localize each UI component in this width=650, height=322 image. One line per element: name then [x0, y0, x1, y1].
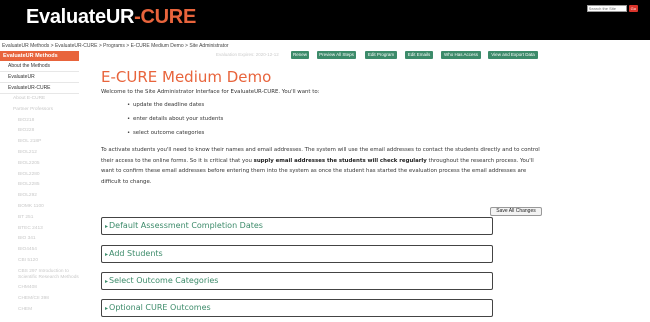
section-default-completion-dates[interactable]: ▸Default Assessment Completion Dates	[101, 217, 493, 235]
sidebar-subitem[interactable]: BOMK 1100	[0, 202, 79, 213]
instructions-paragraph: To activate students you'll need to know…	[101, 147, 540, 185]
intro-text: Welcome to the Site Administrator Interf…	[101, 89, 320, 95]
sidebar-subitem[interactable]: BTEC 2413	[0, 224, 79, 235]
sidebar-submenu: About E-CURE Partner Professors BIO218 BIO2…	[0, 94, 79, 316]
sidebar-subitem[interactable]: BIOL212	[0, 148, 79, 159]
view-export-data-button[interactable]: View and Export Data	[488, 51, 538, 59]
sidebar-subitem[interactable]: BIO218	[0, 116, 79, 127]
top-header-bar: EvaluateUR-CURE Go	[0, 0, 650, 40]
search-input[interactable]	[586, 5, 627, 12]
sidebar-header[interactable]: EvaluateUR Methods	[0, 51, 79, 61]
task-list-item: enter details about your students	[127, 116, 223, 130]
sidebar-subitem[interactable]: BIOL2205	[0, 159, 79, 170]
edit-program-button[interactable]: Edit Program	[365, 51, 397, 59]
sidebar-subitem[interactable]: BIO 341	[0, 234, 79, 245]
section-optional-cure-outcomes[interactable]: ▸Optional CURE Outcomes	[101, 299, 493, 317]
renew-button[interactable]: Renew	[291, 51, 309, 59]
save-all-changes-button[interactable]: Save All Changes	[490, 207, 542, 216]
site-logo[interactable]: EvaluateUR-CURE	[26, 6, 196, 29]
sidebar-subitem[interactable]: CBI 5120	[0, 256, 79, 267]
section-add-students[interactable]: ▸Add Students	[101, 245, 493, 263]
sidebar-subitem[interactable]: CHM408	[0, 283, 79, 294]
expand-arrow-icon: ▸	[105, 278, 109, 285]
breadcrumb-link[interactable]: Programs	[103, 43, 125, 49]
sidebar-item-evaluateur[interactable]: EvaluateUR	[0, 72, 79, 83]
task-list-item: update the deadline dates	[127, 102, 223, 116]
sidebar-subitem[interactable]: BT 251	[0, 213, 79, 224]
sidebar-item-about-methods[interactable]: About the Methods	[0, 61, 79, 72]
sidebar-subitem[interactable]: BIOL2280	[0, 170, 79, 181]
sidebar-subitem[interactable]: About E-CURE	[0, 94, 79, 105]
sidebar: EvaluateUR Methods About the Methods Eva…	[0, 51, 79, 322]
site-search: Go	[586, 5, 638, 12]
sidebar-subitem[interactable]: BIOL292	[0, 191, 79, 202]
expand-arrow-icon: ▸	[105, 305, 109, 312]
breadcrumb-link[interactable]: E-CURE Medium Demo	[131, 43, 184, 49]
sidebar-subitem[interactable]: BIO4454	[0, 245, 79, 256]
breadcrumb-link[interactable]: EvaluateUR Methods	[2, 43, 49, 49]
sidebar-subitem[interactable]: Partner Professors	[0, 105, 79, 116]
page-title: E-CURE Medium Demo	[101, 68, 272, 86]
sidebar-subitem[interactable]: CBS 297 Introduction to Scientific Resea…	[0, 267, 79, 283]
task-list: update the deadline dates enter details …	[127, 102, 223, 144]
sidebar-subitem[interactable]: BIO228	[0, 126, 79, 137]
sidebar-subitem[interactable]: CHEM/CII 398	[0, 294, 79, 305]
sidebar-item-evaluateur-cure[interactable]: EvaluateUR-CURE	[0, 83, 79, 94]
expand-arrow-icon: ▸	[105, 251, 109, 258]
sidebar-subitem[interactable]: BIOL2285	[0, 180, 79, 191]
task-list-item: select outcome categories	[127, 130, 223, 144]
breadcrumb: EvaluateUR Methods > EvaluateUR-CURE > P…	[2, 43, 229, 49]
breadcrumb-link[interactable]: EvaluateUR-CURE	[55, 43, 98, 49]
sidebar-subitem[interactable]: CHEM	[0, 305, 79, 316]
who-has-access-button[interactable]: Who Has Access	[441, 51, 481, 59]
email-emphasis: supply email addresses the students will…	[253, 157, 427, 164]
section-select-outcome-categories[interactable]: ▸Select Outcome Categories	[101, 272, 493, 290]
edit-emails-button[interactable]: Edit Emails	[405, 51, 433, 59]
search-go-button[interactable]: Go	[628, 5, 638, 12]
evaluation-expires-text: Evaluation Expires: 2020-12-12	[216, 52, 279, 57]
expand-arrow-icon: ▸	[105, 223, 109, 230]
preview-all-steps-button[interactable]: Preview All Steps	[317, 51, 356, 59]
sidebar-subitem[interactable]: BIOL 218P	[0, 137, 79, 148]
breadcrumb-link: Site Administrator	[189, 43, 229, 49]
